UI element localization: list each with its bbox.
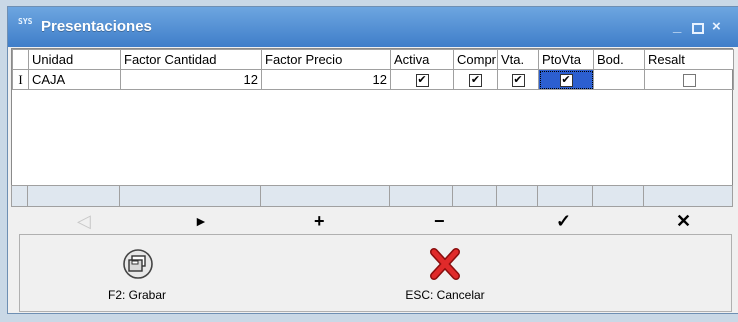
footer-cell — [537, 185, 593, 207]
prior-record-icon[interactable]: ◁ — [77, 211, 91, 231]
activa-checkbox[interactable]: ✔ — [415, 74, 429, 88]
column-header-factor-precio[interactable]: Factor Precio — [261, 49, 391, 70]
column-header-vta[interactable]: Vta. — [497, 49, 539, 70]
resalt-checkbox[interactable] — [682, 74, 696, 88]
presentaciones-grid[interactable]: Unidad Factor Cantidad Factor Precio Act… — [11, 48, 734, 207]
column-header-factor-cantidad[interactable]: Factor Cantidad — [120, 49, 262, 70]
footer-cell — [27, 185, 120, 207]
compr-checkbox[interactable]: ✔ — [469, 74, 482, 88]
cell-factor-precio[interactable]: 12 — [261, 69, 391, 90]
app-icon: SYS — [18, 18, 36, 34]
grid-footer-row — [11, 185, 733, 207]
cancel-button[interactable]: ESC: Cancelar — [390, 235, 500, 313]
cell-compr[interactable]: ✔ — [453, 69, 498, 90]
cancel-button-label: ESC: Cancelar — [405, 288, 485, 302]
row-indicator: I — [12, 69, 29, 90]
minimize-icon[interactable]: _ — [673, 19, 681, 35]
column-header-compr[interactable]: Compr — [453, 49, 498, 70]
app-icon-text: SYS — [18, 17, 33, 26]
footer-cell — [592, 185, 644, 207]
cell-ptovta[interactable]: ✔ — [538, 69, 594, 90]
delete-record-icon[interactable]: − — [434, 211, 445, 231]
insert-record-icon[interactable]: + — [314, 211, 325, 231]
row-indicator-header — [12, 49, 29, 70]
cell-bod[interactable] — [593, 69, 645, 90]
cell-factor-cantidad[interactable]: 12 — [120, 69, 262, 90]
cell-unidad[interactable]: CAJA — [28, 69, 121, 90]
column-header-unidad[interactable]: Unidad — [28, 49, 121, 70]
cell-activa[interactable]: ✔ — [390, 69, 454, 90]
column-header-ptovta[interactable]: PtoVta — [538, 49, 594, 70]
next-record-icon[interactable]: ► — [194, 211, 208, 231]
save-button[interactable]: F2: Grabar — [92, 235, 182, 313]
column-header-resalt[interactable]: Resalt — [644, 49, 734, 70]
footer-cell — [389, 185, 453, 207]
footer-cell — [643, 185, 733, 207]
presentaciones-window: SYS Presentaciones _ × Unidad Factor Can… — [7, 6, 738, 314]
cell-vta[interactable]: ✔ — [497, 69, 539, 90]
action-panel: F2: Grabar ESC: Cancelar — [19, 234, 732, 312]
column-header-bod[interactable]: Bod. — [593, 49, 645, 70]
footer-cell — [11, 185, 28, 207]
footer-cell — [452, 185, 497, 207]
column-header-activa[interactable]: Activa — [390, 49, 454, 70]
window-title: Presentaciones — [41, 18, 152, 35]
title-bar[interactable]: SYS Presentaciones _ × — [8, 7, 738, 47]
cancel-x-icon — [430, 248, 460, 280]
close-icon[interactable]: × — [712, 19, 721, 35]
grid-navigator: ◁ ► + − ✓ ✕ — [11, 209, 733, 233]
maximize-icon[interactable] — [692, 23, 704, 34]
table-row[interactable]: I CAJA 12 12 ✔ ✔ ✔ ✔ — [12, 69, 734, 90]
post-record-icon[interactable]: ✓ — [556, 211, 571, 231]
footer-cell — [260, 185, 390, 207]
save-icon — [123, 249, 153, 279]
footer-cell — [496, 185, 538, 207]
footer-cell — [119, 185, 261, 207]
save-button-label: F2: Grabar — [107, 288, 167, 302]
vta-checkbox[interactable]: ✔ — [511, 74, 525, 88]
cell-resalt[interactable] — [644, 69, 734, 90]
grid-header-row: Unidad Factor Cantidad Factor Precio Act… — [12, 49, 734, 70]
ptovta-checkbox[interactable]: ✔ — [559, 74, 573, 88]
cancel-record-icon[interactable]: ✕ — [676, 211, 691, 231]
